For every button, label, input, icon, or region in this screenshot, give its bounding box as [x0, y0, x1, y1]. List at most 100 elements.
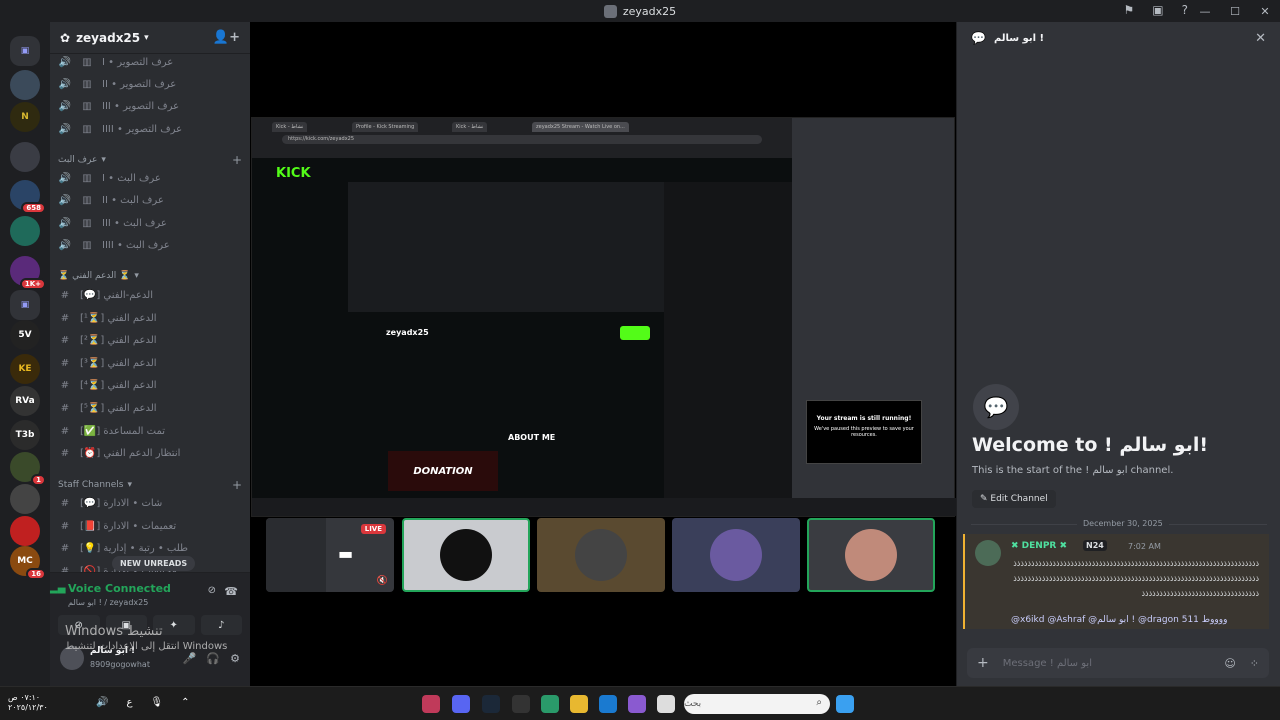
soundboard-button[interactable]: ♪	[200, 615, 242, 635]
direct-messages-icon[interactable]: ▣	[10, 36, 40, 66]
text-channel[interactable]: # الدعم الفني [⏳²]	[58, 330, 234, 350]
steam-icon[interactable]	[482, 695, 500, 713]
emoji-icon[interactable]: ☺	[1224, 657, 1235, 670]
server-icon[interactable]: 1	[10, 452, 46, 486]
stream-tile[interactable]: ▬ LIVE 🔇	[266, 518, 394, 592]
server-folder-icon[interactable]	[10, 142, 40, 172]
close-icon[interactable]: ✕	[1255, 31, 1266, 46]
category-label: ⏳ الدعم الفني ⏳	[58, 271, 131, 281]
inbox-icon[interactable]: ▣	[1152, 3, 1163, 17]
taskbar-app-icon[interactable]	[512, 695, 530, 713]
server-folder-icon[interactable]: 1K+	[10, 256, 46, 290]
text-channel[interactable]: # تمت المساعدة [✅]	[58, 421, 234, 441]
server-icon[interactable]	[10, 516, 40, 546]
participant-tile[interactable]	[537, 518, 665, 592]
voice-channel[interactable]: 🔊 ▥ عرف التصوير • III	[58, 96, 234, 116]
server-icon[interactable]: MC 16	[10, 546, 46, 580]
volume-icon[interactable]: 🔊	[96, 697, 108, 708]
task-view-icon[interactable]	[657, 695, 675, 713]
apps-icon[interactable]: ⁘	[1250, 657, 1259, 670]
language-indicator[interactable]: ع	[126, 697, 132, 708]
user-name: ابو سالم !	[90, 646, 136, 656]
voice-status[interactable]: Voice Connected	[68, 582, 171, 595]
category-header[interactable]: Staff Channels ▾ +	[58, 477, 242, 493]
discord-icon[interactable]	[452, 695, 470, 713]
category-header[interactable]: عرف البث ▾ +	[58, 152, 242, 168]
create-channel-icon[interactable]: +	[232, 478, 242, 492]
mention-badge: 16	[26, 568, 46, 580]
server-icon[interactable]	[10, 70, 40, 100]
avatar[interactable]	[975, 540, 1001, 566]
server-icon[interactable]	[10, 484, 40, 514]
server-header[interactable]: ✿ zeyadx25 ▾ 👤+	[50, 22, 250, 54]
gear-icon[interactable]: ⚙	[230, 652, 240, 665]
participant-tile[interactable]	[402, 518, 530, 592]
message-composer[interactable]: + Message ! ابو سالم ☺ ⁘	[967, 648, 1269, 678]
headphones-icon[interactable]: 🎧	[206, 652, 220, 665]
voice-channel[interactable]: 🔊 ▥ عرف التصوير • I	[58, 52, 234, 72]
server-icon[interactable]: KE	[10, 354, 40, 384]
server-icon[interactable]: RVa	[10, 386, 40, 416]
camera-off-button[interactable]: ⊘	[58, 615, 100, 635]
create-channel-icon[interactable]: +	[232, 153, 242, 167]
minimize-button[interactable]: —	[1190, 0, 1220, 22]
windows-start-icon[interactable]	[836, 695, 854, 713]
file-explorer-icon[interactable]	[570, 695, 588, 713]
maximize-button[interactable]: ☐	[1220, 0, 1250, 22]
server-folder-icon[interactable]	[10, 216, 40, 246]
text-channel[interactable]: # طلب • رتبة • إدارية [💡]	[58, 538, 234, 558]
screen-share-button[interactable]: ▣	[105, 615, 147, 635]
copilot-icon[interactable]	[628, 695, 646, 713]
invite-people-icon[interactable]: 👤+	[213, 30, 240, 45]
server-icon[interactable]: T3b	[10, 420, 40, 450]
voice-channel[interactable]: 🔊 ▥ عرف التصوير • II	[58, 74, 234, 94]
mic-icon[interactable]: 🎙	[150, 697, 163, 708]
voice-channel[interactable]: 🔊 ▥ عرف البث • III	[58, 213, 234, 233]
server-folder-icon[interactable]: 658	[10, 180, 46, 214]
edit-channel-button[interactable]: ✎ Edit Channel	[972, 490, 1056, 508]
participant-tile[interactable]	[672, 518, 800, 592]
text-channel[interactable]: # الدعم الفني [⏳⁴]	[58, 375, 234, 395]
category-label: Staff Channels	[58, 480, 124, 490]
server-icon[interactable]: 5V	[10, 320, 40, 350]
text-channel[interactable]: # الدعم الفني [⏳¹]	[58, 308, 234, 328]
close-window-button[interactable]: ✕	[1250, 0, 1280, 22]
server-icon[interactable]: N	[10, 102, 40, 132]
help-icon[interactable]: ?	[1182, 3, 1188, 17]
participant-tile[interactable]	[807, 518, 935, 592]
signal-icon[interactable]: ▂▄	[50, 583, 65, 594]
clock[interactable]: ٠٧:١٠ ص ٢٠٢٥/١٢/٣٠	[8, 693, 48, 713]
folder-icon[interactable]: ▣	[10, 290, 40, 320]
screen-share-stream[interactable]: Kick - نشاط Profile - Kick Streaming Kic…	[251, 117, 956, 517]
text-channel[interactable]: # شات • الادارة [💬]	[58, 493, 234, 513]
text-channel[interactable]: # الدعم-الفني [💬]	[58, 285, 234, 305]
message-author[interactable]: ✖ DENPR ✖	[1011, 541, 1067, 551]
window-titlebar: zeyadx25 ⚑ ▣ ? — ☐ ✕	[0, 0, 1280, 22]
voice-channel[interactable]: 🔊 ▥ عرف البث • IIII	[58, 235, 234, 255]
activities-button[interactable]: ✦	[153, 615, 195, 635]
text-channel[interactable]: # الدعم الفني [⏳³]	[58, 353, 234, 373]
text-channel[interactable]: # تعميمات • الادارة [📕]	[58, 516, 234, 536]
chevron-up-icon[interactable]: ⌃	[181, 697, 189, 708]
taskbar-search[interactable]: ⌕ بحث	[684, 694, 830, 714]
message-input[interactable]: Message ! ابو سالم	[1003, 658, 1092, 669]
attach-icon[interactable]: +	[977, 655, 989, 671]
taskbar-app-icon[interactable]	[541, 695, 559, 713]
voice-channel[interactable]: 🔊 ▥ عرف البث • II	[58, 190, 234, 210]
text-channel[interactable]: # الدعم الفني [⏳⁵]	[58, 398, 234, 418]
category-header[interactable]: ⏳ الدعم الفني ⏳ ▾	[58, 268, 242, 284]
voice-channel[interactable]: 🔊 ▥ عرف التصوير • IIII	[58, 119, 234, 139]
hash-icon: #	[60, 520, 70, 532]
text-channel[interactable]: # انتظار الدعم الفني [⏰]	[58, 443, 234, 463]
message-mentions[interactable]: @x6ikd @Ashraf @ابو سالم ! @dragon 511 و…	[1011, 615, 1227, 625]
avatar[interactable]	[60, 646, 84, 670]
chat-message[interactable]: ✖ DENPR ✖ N24 7:02 AM ذذذذذذذذذذذذذذذذذذ…	[963, 534, 1269, 629]
voice-channel[interactable]: 🔊 ▥ عرف البث • I	[58, 168, 234, 188]
new-unreads-button[interactable]: NEW UNREADS	[112, 556, 196, 571]
disconnect-icon[interactable]: ☎	[224, 585, 238, 598]
noise-suppression-icon[interactable]: ⊘	[208, 585, 216, 596]
flag-icon[interactable]: ⚑	[1124, 3, 1135, 17]
edge-icon[interactable]	[599, 695, 617, 713]
microphone-icon[interactable]: 🎤	[183, 652, 197, 665]
taskbar-app-icon[interactable]	[422, 695, 440, 713]
